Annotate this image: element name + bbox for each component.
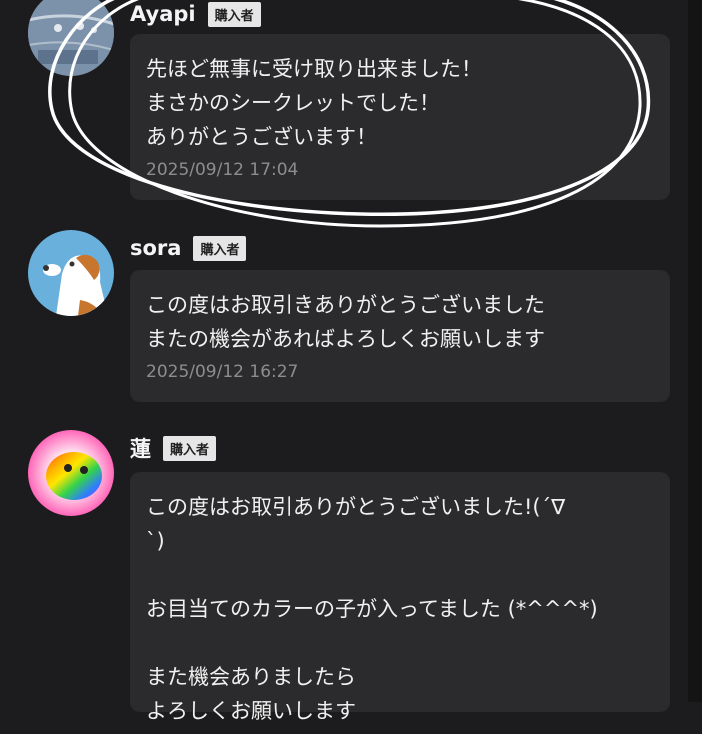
message-text: この度はお取引ありがとうございました!(´∇ `) お目当てのカラーの子が入って… bbox=[146, 495, 598, 723]
review-item: Ayapi 購入者 先ほど無事に受け取り出来ました！ まさかのシークレットでした… bbox=[28, 0, 672, 210]
scrollbar[interactable] bbox=[688, 0, 702, 702]
review-header: sora 購入者 bbox=[130, 234, 247, 262]
avatar[interactable] bbox=[28, 0, 114, 76]
review-header: Ayapi 購入者 bbox=[130, 0, 261, 28]
buyer-badge: 購入者 bbox=[163, 435, 217, 461]
dog-avatar-icon bbox=[28, 230, 114, 316]
timestamp: 2025/09/12 16:27 bbox=[146, 362, 299, 382]
buyer-badge: 購入者 bbox=[193, 235, 247, 261]
message-text: 先ほど無事に受け取り出来ました！ まさかのシークレットでした！ ありがとうござい… bbox=[146, 57, 482, 149]
rainbow-avatar-icon bbox=[28, 430, 114, 516]
reviewer-name[interactable]: Ayapi bbox=[130, 2, 196, 26]
timestamp: 2025/09/12 17:04 bbox=[146, 160, 299, 180]
review-item: 蓮 購入者 この度はお取引ありがとうございました!(´∇ `) お目当てのカラー… bbox=[28, 430, 672, 734]
review-header: 蓮 購入者 bbox=[130, 433, 217, 463]
reviewer-name[interactable]: sora bbox=[130, 236, 181, 260]
message-bubble: この度はお取引きありがとうございました またの機会があればよろしくお願いします … bbox=[130, 270, 670, 402]
avatar[interactable] bbox=[28, 430, 114, 516]
denim-avatar-icon bbox=[28, 0, 114, 76]
avatar[interactable] bbox=[28, 230, 114, 316]
review-item: sora 購入者 この度はお取引きありがとうございました またの機会があればよろ… bbox=[28, 230, 672, 404]
buyer-badge: 購入者 bbox=[207, 1, 261, 27]
message-bubble: この度はお取引ありがとうございました!(´∇ `) お目当てのカラーの子が入って… bbox=[130, 472, 670, 723]
message-text: この度はお取引きありがとうございました またの機会があればよろしくお願いします bbox=[146, 293, 545, 351]
message-bubble: 先ほど無事に受け取り出来ました！ まさかのシークレットでした！ ありがとうござい… bbox=[130, 34, 670, 200]
reviewer-name[interactable]: 蓮 bbox=[130, 433, 151, 463]
